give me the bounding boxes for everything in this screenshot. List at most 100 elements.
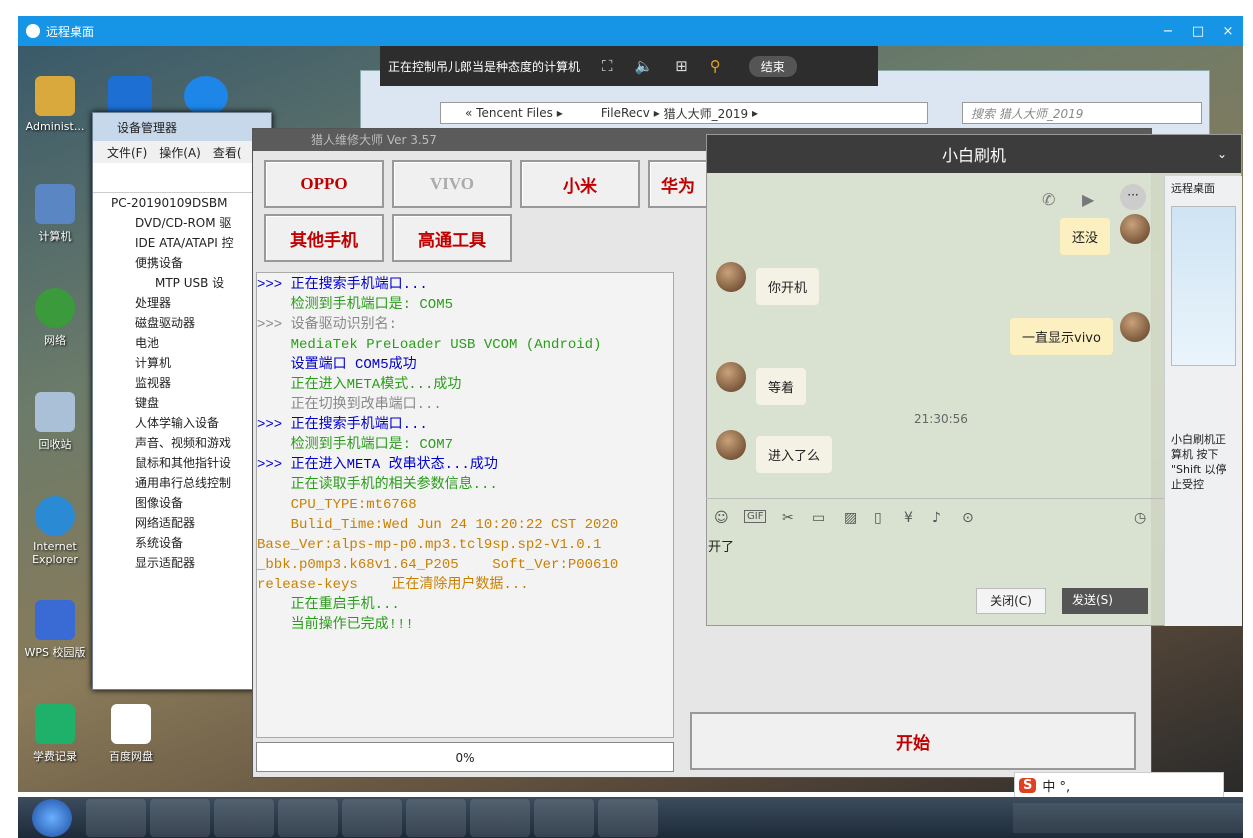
desktop-icon-wps[interactable]: WPS 校园版 bbox=[20, 600, 90, 660]
redpacket-icon[interactable]: ¥ bbox=[904, 510, 913, 526]
chat-bubble-sent: 还没 bbox=[1060, 218, 1111, 255]
settings-app-icon[interactable] bbox=[108, 76, 152, 116]
log-line: 检测到手机端口是: COM5 bbox=[257, 297, 454, 313]
tree-item[interactable]: MTP USB 设 bbox=[111, 273, 271, 293]
image-icon[interactable]: ▨ bbox=[844, 510, 857, 526]
taskbar-app[interactable] bbox=[534, 798, 594, 837]
qualcomm-tool-button[interactable]: 高通工具 bbox=[392, 214, 512, 262]
desktop-icon-record[interactable]: 学费记录 bbox=[20, 704, 90, 764]
menu-action[interactable]: 操作(A) bbox=[159, 144, 201, 161]
menu-file[interactable]: 文件(F) bbox=[107, 144, 147, 161]
ime-toolbar: S 中 °, bbox=[1014, 772, 1224, 798]
tree-root[interactable]: PC-20190109DSBM bbox=[111, 193, 271, 213]
taskbar-app[interactable] bbox=[278, 798, 338, 837]
explorer-search-input[interactable]: 搜索 猎人大师_2019 bbox=[962, 102, 1202, 124]
close-chat-button[interactable]: 关闭(C) bbox=[976, 588, 1046, 614]
chat-bubble-received: 进入了么 bbox=[756, 436, 833, 473]
volume-icon[interactable]: 🔈 bbox=[635, 57, 654, 75]
tree-item[interactable]: 鼠标和其他指针设 bbox=[111, 453, 271, 473]
taskbar-app[interactable] bbox=[598, 798, 658, 837]
taskbar-app[interactable] bbox=[406, 798, 466, 837]
history-icon[interactable]: ◷ bbox=[1134, 510, 1146, 526]
window-icon[interactable]: ⊞ bbox=[675, 57, 688, 75]
desktop-icon-network[interactable]: 网络 bbox=[20, 288, 90, 348]
desktop-icon-baidu[interactable]: 百度网盘 bbox=[96, 704, 166, 764]
tree-item[interactable]: 计算机 bbox=[111, 353, 271, 373]
more-tools-icon[interactable]: ⊙ bbox=[962, 510, 974, 526]
avatar bbox=[716, 262, 746, 292]
tree-item[interactable]: 显示适配器 bbox=[111, 553, 271, 573]
tree-item[interactable]: 处理器 bbox=[111, 293, 271, 313]
emoji-icon[interactable]: ☺ bbox=[714, 510, 729, 526]
huawei-button[interactable]: 华为 bbox=[648, 160, 708, 208]
log-line: _bbk.p0mp3.k68v1.64_P205 Soft_Ver:P00610 bbox=[257, 557, 619, 573]
maximize-button[interactable]: □ bbox=[1183, 24, 1213, 39]
log-line: >>> 设备驱动识别名: bbox=[257, 317, 398, 333]
other-phone-button[interactable]: 其他手机 bbox=[264, 214, 384, 262]
desktop-icon-recycle[interactable]: 回收站 bbox=[20, 392, 90, 452]
gif-icon[interactable]: GIF bbox=[744, 510, 767, 523]
tree-item[interactable]: 键盘 bbox=[111, 393, 271, 413]
remote-preview bbox=[1171, 206, 1236, 366]
log-line: 设置端口 COM5成功 bbox=[257, 357, 417, 373]
chat-title: 小白刷机 bbox=[941, 146, 1006, 165]
log-line: MediaTek PreLoader USB VCOM (Android) bbox=[257, 337, 602, 353]
pin-icon[interactable]: ⚲ bbox=[710, 57, 721, 75]
chevron-down-icon[interactable]: ⌄ bbox=[1217, 147, 1227, 161]
minimize-button[interactable]: − bbox=[1153, 24, 1183, 39]
phone-screen-icon[interactable]: ▯ bbox=[874, 510, 882, 526]
desktop-icon-ie[interactable]: Internet Explorer bbox=[20, 496, 90, 566]
desktop-icon-admin[interactable]: Administ... bbox=[20, 76, 90, 133]
desktop-icon-computer[interactable]: 计算机 bbox=[20, 184, 90, 244]
send-button[interactable]: 发送(S) bbox=[1062, 588, 1148, 614]
oppo-button[interactable]: OPPO bbox=[264, 160, 384, 208]
taskbar-ie[interactable] bbox=[214, 798, 274, 837]
menu-view[interactable]: 查看( bbox=[213, 144, 242, 161]
end-button[interactable]: 结束 bbox=[748, 55, 797, 77]
device-manager-window: 设备管理器 文件(F) 操作(A) 查看( PC-20190109DSBM DV… bbox=[92, 112, 272, 690]
sogou-icon[interactable]: S bbox=[1019, 777, 1037, 793]
fullscreen-icon[interactable]: ⛶ bbox=[602, 57, 613, 75]
ie-icon bbox=[35, 496, 75, 536]
chat-input[interactable]: 开了 bbox=[708, 536, 734, 555]
tree-item[interactable]: 电池 bbox=[111, 333, 271, 353]
tree-item[interactable]: 便携设备 bbox=[111, 253, 271, 273]
taskbar-app[interactable] bbox=[86, 798, 146, 837]
log-line: release-keys 正在清除用户数据... bbox=[257, 577, 529, 593]
tree-item[interactable]: 监视器 bbox=[111, 373, 271, 393]
tree-item[interactable]: 磁盘驱动器 bbox=[111, 313, 271, 333]
more-icon[interactable]: ··· bbox=[1120, 184, 1146, 210]
log-line: 正在切换到改串端口... bbox=[257, 397, 442, 413]
music-icon[interactable]: ♪ bbox=[932, 510, 941, 526]
explorer-address-bar[interactable]: « Tencent Files ▸ FileRecv ▸ 猎人大师_2019 ▸ bbox=[440, 102, 928, 124]
taskbar-app[interactable] bbox=[342, 798, 402, 837]
log-line: 正在读取手机的相关参数信息... bbox=[257, 477, 498, 493]
scissors-icon[interactable]: ✂ bbox=[782, 510, 794, 526]
folder-icon[interactable]: ▭ bbox=[812, 510, 825, 526]
close-button[interactable]: × bbox=[1213, 24, 1243, 39]
tree-item[interactable]: 网络适配器 bbox=[111, 513, 271, 533]
video-icon[interactable]: ▶ bbox=[1082, 190, 1094, 209]
tree-item[interactable]: 声音、视频和游戏 bbox=[111, 433, 271, 453]
log-line: Base_Ver:alps-mp-p0.mp3.tcl9sp.sp2-V1.0.… bbox=[257, 537, 602, 553]
start-orb-icon[interactable] bbox=[32, 798, 72, 837]
taskbar-explorer[interactable] bbox=[150, 798, 210, 837]
recycle-bin-icon bbox=[35, 392, 75, 432]
phone-icon[interactable]: ✆ bbox=[1042, 190, 1055, 209]
tree-item[interactable]: 图像设备 bbox=[111, 493, 271, 513]
vivo-button[interactable]: VIVO bbox=[392, 160, 512, 208]
record-icon bbox=[35, 704, 75, 744]
k-app-icon[interactable] bbox=[184, 76, 228, 116]
chat-timestamp: 21:30:56 bbox=[914, 412, 968, 426]
avatar bbox=[1120, 312, 1150, 342]
tree-item[interactable]: 系统设备 bbox=[111, 533, 271, 553]
tree-item[interactable]: IDE ATA/ATAPI 控 bbox=[111, 233, 271, 253]
tree-item[interactable]: DVD/CD-ROM 驱 bbox=[111, 213, 271, 233]
taskbar-app[interactable] bbox=[470, 798, 530, 837]
xiaomi-button[interactable]: 小米 bbox=[520, 160, 640, 208]
start-button[interactable]: 开始 bbox=[690, 712, 1136, 770]
log-line: 正在进入META模式...成功 bbox=[257, 377, 462, 393]
tree-item[interactable]: 通用串行总线控制 bbox=[111, 473, 271, 493]
tree-item[interactable]: 人体学输入设备 bbox=[111, 413, 271, 433]
ime-mode[interactable]: 中 °, bbox=[1042, 776, 1070, 795]
